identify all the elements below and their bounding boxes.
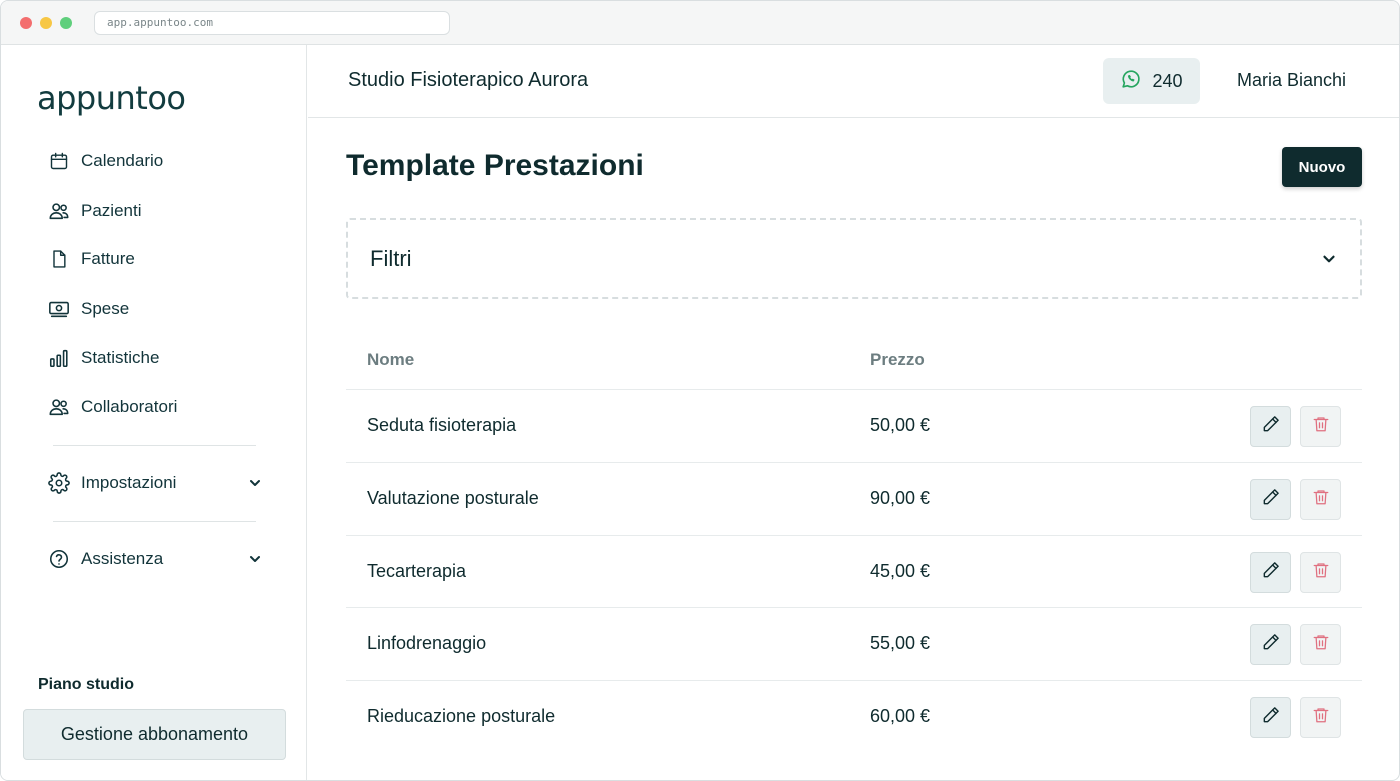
sidebar: appuntoo Calendario Pazienti Fatture Spe… [1,45,307,780]
address-bar[interactable]: app.appuntoo.com [94,11,450,35]
app-logo[interactable]: appuntoo [37,79,186,117]
edit-button[interactable] [1250,479,1291,520]
row-name: Seduta fisioterapia [367,415,517,435]
edit-button[interactable] [1250,406,1291,447]
table-row: Linfodrenaggio 55,00 € [346,607,1362,680]
filters-label: Filtri [370,246,412,271]
document-icon [47,247,71,271]
sidebar-item-assistenza[interactable]: Assistenza [37,539,277,579]
edit-button[interactable] [1250,624,1291,665]
bar-chart-icon [47,346,71,370]
sidebar-item-label: Statistiche [81,348,160,367]
row-price: 45,00 € [870,561,931,581]
row-name: Valutazione posturale [367,488,539,508]
pencil-icon [1261,414,1281,439]
studio-name: Studio Fisioterapico Aurora [348,69,589,91]
gear-icon [47,471,71,495]
sidebar-item-label: Spese [81,299,130,318]
table-row: Tecarterapia 45,00 € [346,535,1362,608]
manage-subscription-button[interactable]: Gestione abbonamento [23,709,286,760]
plan-label: Piano studio [38,676,134,693]
trash-icon [1312,488,1330,511]
delete-button[interactable] [1300,552,1341,593]
edit-button[interactable] [1250,552,1291,593]
row-price: 50,00 € [870,415,931,435]
sidebar-item-label: Pazienti [81,201,142,220]
edit-button[interactable] [1250,697,1291,738]
whatsapp-credits-badge[interactable]: 240 [1103,58,1200,104]
row-price: 55,00 € [870,633,931,653]
chevron-down-icon [247,475,263,491]
sidebar-item-pazienti[interactable]: Pazienti [37,191,277,231]
pencil-icon [1261,487,1281,512]
delete-button[interactable] [1300,406,1341,447]
sidebar-item-fatture[interactable]: Fatture [37,239,277,279]
trash-icon [1312,561,1330,584]
delete-button[interactable] [1300,624,1341,665]
sidebar-item-label: Impostazioni [81,473,177,492]
pencil-icon [1261,705,1281,730]
sidebar-item-spese[interactable]: Spese [37,289,277,329]
table-row: Seduta fisioterapia 50,00 € [346,389,1362,462]
whatsapp-icon [1120,68,1142,95]
chevron-down-icon [247,551,263,567]
money-icon [47,297,71,321]
trash-icon [1312,706,1330,729]
pencil-icon [1261,632,1281,657]
sidebar-item-label: Collaboratori [81,397,178,416]
delete-button[interactable] [1300,479,1341,520]
calendar-icon [47,149,71,173]
sidebar-item-collaboratori[interactable]: Collaboratori [37,387,277,427]
pencil-icon [1261,560,1281,585]
whatsapp-count: 240 [1152,70,1183,91]
trash-icon [1312,415,1330,438]
row-name: Tecarterapia [367,561,467,581]
column-header-nome: Nome [367,350,415,369]
browser-chrome: app.appuntoo.com [1,1,1399,45]
filters-panel[interactable]: Filtri [346,218,1362,299]
minimize-window-dot[interactable] [40,17,52,29]
user-menu[interactable]: Maria Bianchi [1237,70,1346,91]
trash-icon [1312,633,1330,656]
users-icon [47,395,71,419]
sidebar-item-label: Assistenza [81,549,164,568]
table-row: Valutazione posturale 90,00 € [346,462,1362,535]
column-header-prezzo: Prezzo [870,350,925,369]
sidebar-divider [53,521,256,522]
row-price: 90,00 € [870,488,931,508]
sidebar-divider [53,445,256,446]
app-window: app.appuntoo.com appuntoo Calendario Paz… [0,0,1400,781]
sidebar-item-impostazioni[interactable]: Impostazioni [37,463,277,503]
users-icon [47,199,71,223]
page-title: Template Prestazioni [346,149,644,182]
row-price: 60,00 € [870,706,931,726]
top-bar: Studio Fisioterapico Aurora 240 Maria Bi… [308,45,1399,118]
help-icon [47,547,71,571]
row-name: Rieducazione posturale [367,706,556,726]
close-window-dot[interactable] [20,17,32,29]
row-name: Linfodrenaggio [367,633,487,653]
new-template-button[interactable]: Nuovo [1282,147,1362,187]
chevron-down-icon [1320,250,1338,268]
sidebar-item-statistiche[interactable]: Statistiche [37,338,277,378]
delete-button[interactable] [1300,697,1341,738]
sidebar-item-label: Calendario [81,151,164,170]
maximize-window-dot[interactable] [60,17,72,29]
table-row: Rieducazione posturale 60,00 € [346,680,1362,753]
sidebar-item-calendario[interactable]: Calendario [37,141,277,181]
sidebar-item-label: Fatture [81,249,135,268]
